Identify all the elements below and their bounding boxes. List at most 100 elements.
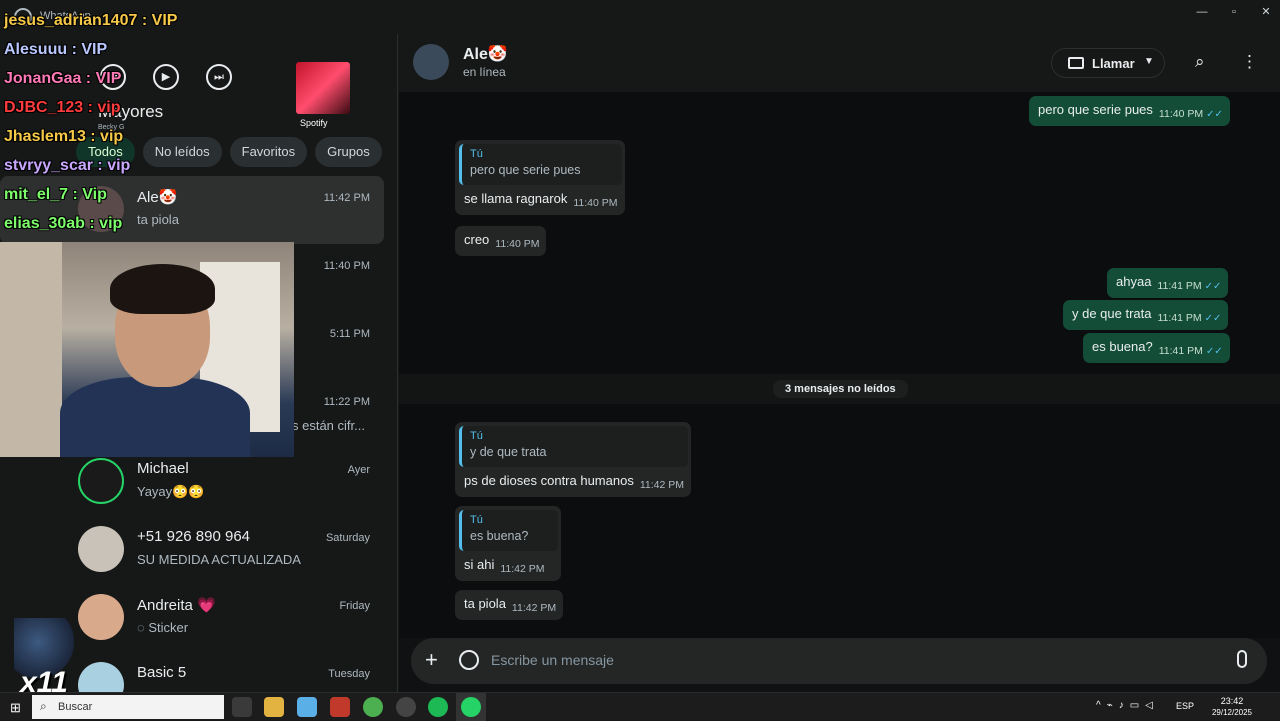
whatsapp-window: WhatsApp — ▫ ✕ ⏮ ▶ ⏭ Spotify Mayores Bec… [0, 0, 1280, 708]
webcam-person-body [60, 377, 250, 457]
chat-name: +51 926 890 964 [137, 528, 251, 545]
search-icon[interactable]: ⌕ [1195, 52, 1205, 72]
microphone-icon[interactable] [1237, 650, 1247, 668]
contact-name[interactable]: Ale🤡 [463, 44, 508, 64]
call-label: Llamar [1092, 56, 1135, 71]
app-icon[interactable] [330, 697, 350, 717]
message-text: creo [464, 232, 490, 247]
chat-name: Andreita 💗 [137, 597, 216, 614]
message-composer[interactable]: + Escribe un mensaje [411, 638, 1267, 684]
album-art [296, 62, 350, 114]
read-ticks-icon: ✓✓ [1206, 109, 1223, 120]
message-time: 11:41 PM ✓✓ [1158, 312, 1222, 324]
message-time: 11:40 PM ✓✓ [1159, 108, 1223, 120]
chat-time: Ayer [347, 464, 370, 476]
call-button[interactable]: Llamar ▼ [1051, 48, 1165, 78]
message-time-label: 11:41 PM [1157, 280, 1202, 292]
contact-status: en línea [463, 65, 506, 79]
message-text: ta piola [464, 596, 506, 611]
keyboard-language[interactable]: ESP [1176, 701, 1194, 711]
file-explorer-icon[interactable] [264, 697, 284, 717]
quote-author: Tú [470, 514, 483, 526]
quote-text: es buena? [470, 529, 529, 543]
chat-preview: s están cifr... [292, 418, 365, 433]
stream-chat-line: Alesuuu : VIP [4, 41, 108, 58]
maximize-button[interactable]: ▫ [1220, 4, 1248, 20]
spotify-icon[interactable] [428, 697, 448, 717]
sticker-label: Sticker [148, 620, 189, 635]
stream-chat-line: elias_30ab : vip [4, 215, 123, 232]
message-text: pero que serie pues [1038, 102, 1153, 117]
message-time-label: 11:41 PM [1158, 345, 1203, 357]
filter-favorites[interactable]: Favoritos [229, 137, 308, 167]
message-bubble-in[interactable]: creo 11:40 PM [455, 226, 547, 256]
minimize-button[interactable]: — [1188, 4, 1216, 20]
message-bubble-out[interactable]: pero que serie pues 11:40 PM ✓✓ [1029, 96, 1230, 126]
chat-preview: ◌ Sticker [137, 620, 188, 635]
stream-chat-line: mit_el_7 : Vip [4, 186, 107, 203]
chat-time: Friday [339, 600, 370, 612]
chat-time: Saturday [325, 532, 370, 544]
attach-plus-icon[interactable]: + [425, 647, 438, 673]
contact-avatar[interactable] [413, 44, 449, 80]
quote-author: Tú [470, 148, 483, 160]
message-time: 11:42 PM [500, 563, 545, 575]
message-bubble-in[interactable]: Tú pero que serie pues se llama ragnarok… [455, 140, 625, 215]
quoted-message[interactable]: Tú pero que serie pues [459, 144, 622, 185]
title-bar: WhatsApp — ▫ ✕ [0, 0, 1280, 34]
next-track-button[interactable]: ⏭ [206, 64, 232, 90]
filter-groups[interactable]: Grupos [315, 137, 382, 167]
message-bubble-out[interactable]: es buena? 11:41 PM ✓✓ [1083, 333, 1230, 363]
message-time-label: 11:41 PM [1157, 312, 1202, 324]
unread-count-label: 3 mensajes no leídos [773, 380, 908, 398]
obs-icon[interactable] [396, 697, 416, 717]
taskbar-search-label: Buscar [58, 701, 93, 713]
message-bubble-in[interactable]: Tú y de que trata ps de dioses contra hu… [455, 422, 691, 497]
chat-name: Basic 5 [137, 664, 187, 681]
conversation-header[interactable]: Ale🤡 en línea Llamar ▼ ⌕ ⋮ [399, 34, 1280, 92]
clock-time[interactable]: 23:42 [1210, 696, 1254, 706]
message-bubble-out[interactable]: ahyaa 11:41 PM ✓✓ [1107, 268, 1229, 298]
stream-chat-line: jesus_adrian1407 : VIP [4, 12, 178, 29]
message-text: se llama ragnarok [464, 191, 568, 206]
task-view-icon[interactable] [232, 697, 252, 717]
chat-time: 5:11 PM [329, 328, 370, 340]
avatar [78, 458, 124, 504]
chrome-icon[interactable] [363, 697, 383, 717]
chat-item-michael[interactable]: Michael Yayay😳😳 Ayer [0, 448, 384, 516]
message-time-label: 11:40 PM [1158, 108, 1204, 120]
chevron-down-icon: ▼ [1144, 56, 1154, 67]
chat-time: Tuesday [328, 668, 370, 680]
chat-time: 11:40 PM [323, 260, 370, 272]
quote-text: pero que serie pues [470, 163, 581, 177]
more-options-icon[interactable]: ⋮ [1241, 52, 1258, 72]
read-ticks-icon: ✓✓ [1204, 313, 1222, 324]
message-input[interactable]: Escribe un mensaje [491, 652, 614, 668]
message-bubble-in[interactable]: ta piola 11:42 PM [455, 590, 564, 620]
notepad-icon[interactable] [297, 697, 317, 717]
chat-time: 11:42 PM [323, 192, 370, 204]
message-area[interactable]: pero que serie pues 11:40 PM ✓✓ Tú pero qu… [399, 92, 1280, 638]
sticker-icon: ◌ [137, 620, 149, 635]
message-time: 11:41 PM ✓✓ [1159, 345, 1223, 357]
message-time: 11:42 PM [639, 479, 684, 491]
webcam-background [0, 242, 62, 457]
message-bubble-out[interactable]: y de que trata 11:41 PM ✓✓ [1063, 300, 1229, 330]
taskbar-search[interactable]: ⌕ Buscar [32, 695, 224, 719]
quote-author: Tú [470, 430, 483, 442]
quoted-message[interactable]: Tú es buena? [459, 510, 559, 551]
windows-start-icon[interactable]: ⊞ [10, 700, 21, 716]
message-bubble-in[interactable]: Tú es buena? si ahi 11:42 PM [455, 506, 562, 581]
avatar [78, 594, 124, 640]
chat-name: Michael [137, 460, 189, 477]
clock-date[interactable]: 29/12/2025 [1210, 708, 1254, 717]
chat-time: 11:22 PM [323, 396, 370, 408]
webcam-overlay [0, 242, 294, 457]
close-button[interactable]: ✕ [1252, 4, 1280, 20]
message-text: ahyaa [1116, 274, 1152, 289]
chat-item-phone[interactable]: +51 926 890 964 SU MEDIDA ACTUALIZADA Sa… [0, 516, 384, 584]
sticker-emoji-icon[interactable] [459, 650, 479, 670]
quoted-message[interactable]: Tú y de que trata [459, 426, 688, 467]
whatsapp-taskbar-icon[interactable] [461, 697, 481, 717]
system-tray-icons[interactable]: ^⌁♪▭◁ [1096, 700, 1159, 711]
